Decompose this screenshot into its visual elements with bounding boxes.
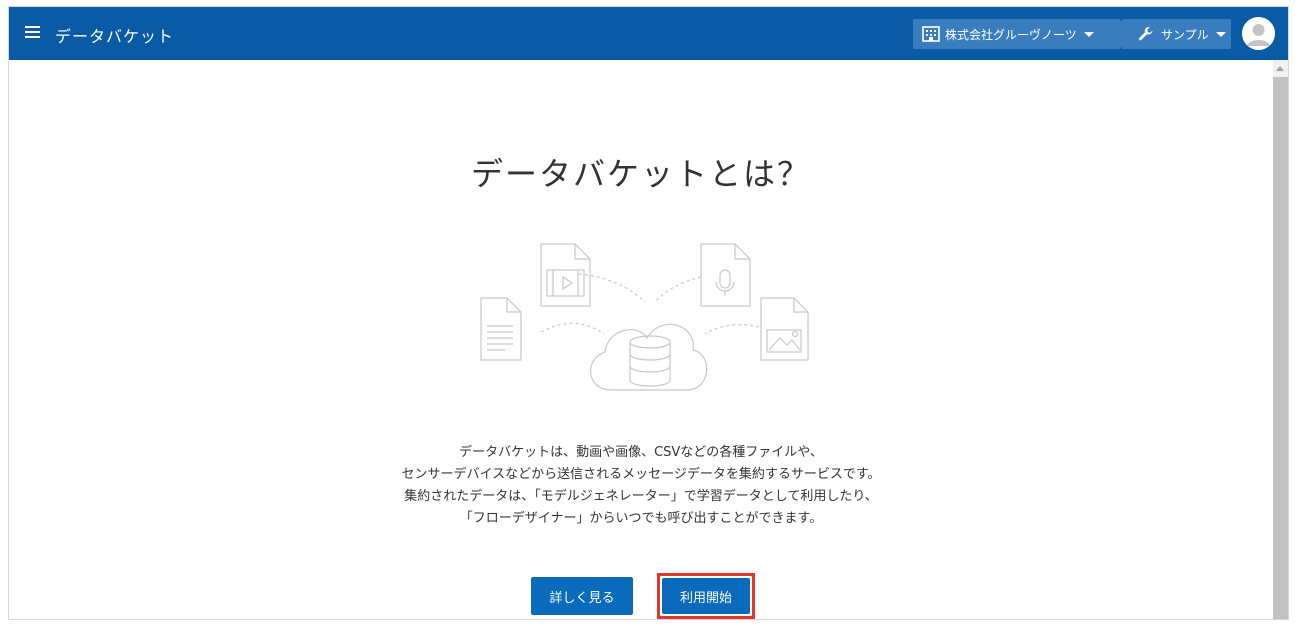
image-file-icon: [760, 297, 809, 361]
menu-icon[interactable]: [25, 26, 40, 40]
service-description: データバケットは、動画や画像、CSVなどの各種ファイルや、 センサーデバイスなど…: [9, 442, 1273, 530]
chevron-down-icon: [1215, 31, 1226, 37]
app-window: データバケット 株式会社グルーヴノーツ サンプル データバケットとは？ データバ…: [8, 6, 1289, 620]
project-selector[interactable]: サンプル: [1122, 19, 1231, 49]
wrench-icon: [1138, 26, 1154, 42]
scroll-thumb[interactable]: [1273, 77, 1288, 619]
cloud-database-icon: [589, 323, 708, 391]
scroll-up-arrow-icon[interactable]: [1276, 66, 1284, 71]
app-title: データバケット: [55, 27, 175, 46]
start-button[interactable]: 利用開始: [662, 578, 750, 614]
document-icon: [480, 297, 522, 361]
description-line: データバケットは、動画や画像、CSVなどの各種ファイルや、: [459, 445, 823, 460]
chevron-down-icon: [1083, 31, 1094, 37]
vertical-scrollbar[interactable]: [1273, 60, 1288, 619]
description-line: 「フローデザイナー」からいつでも呼び出すことができます。: [459, 511, 823, 526]
data-bucket-illustration: [469, 232, 814, 396]
description-line: 集約されたデータは、「モデルジェネレーター」で学習データとして利用したり、: [404, 489, 878, 504]
project-selector-label: サンプル: [1161, 27, 1209, 42]
details-button[interactable]: 詳しく見る: [531, 577, 633, 615]
description-line: センサーデバイスなどから送信されるメッセージデータを集約するサービスです。: [401, 467, 881, 482]
video-file-icon: [540, 243, 591, 307]
building-icon: [922, 26, 940, 42]
page-title: データバケットとは？: [470, 155, 811, 193]
org-selector-label: 株式会社グルーヴノーツ: [945, 27, 1077, 42]
org-selector[interactable]: 株式会社グルーヴノーツ: [913, 19, 1130, 49]
top-header: データバケット 株式会社グルーヴノーツ サンプル: [9, 7, 1288, 60]
avatar[interactable]: [1242, 17, 1275, 50]
audio-file-icon: [700, 243, 751, 307]
